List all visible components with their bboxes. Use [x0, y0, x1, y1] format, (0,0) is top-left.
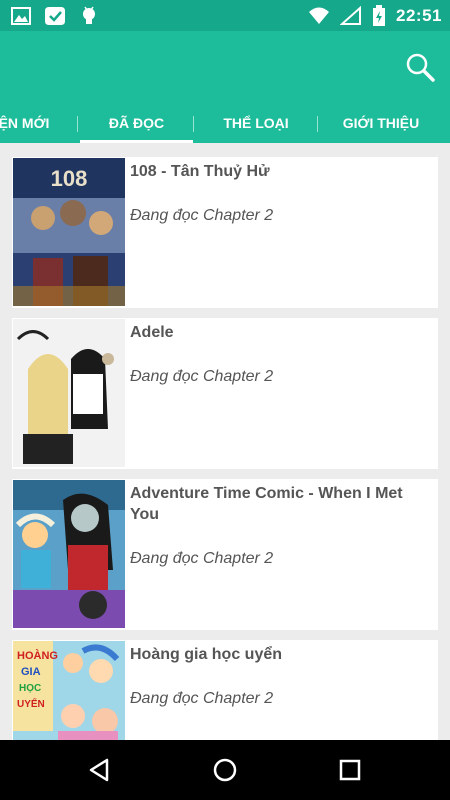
svg-text:108: 108 [51, 166, 88, 191]
recents-icon[interactable] [335, 755, 365, 785]
comic-card[interactable]: Adventure Time Comic - When I Met You Đa… [12, 479, 438, 630]
svg-text:UYỂN: UYỂN [17, 697, 45, 710]
comic-title: 108 - Tân Thuỷ Hử [130, 163, 270, 180]
image-icon [11, 7, 31, 25]
comic-cover-image: HOÀNG GIA HỌC UYỂN [13, 641, 125, 740]
reading-status: Đang đọc Chapter 2 [130, 690, 274, 707]
tab-divider [77, 116, 78, 132]
wifi-icon [309, 7, 330, 24]
home-icon[interactable] [210, 755, 240, 785]
tab-bar: ỆN MỚI ĐÃ ĐỌC THỂ LOẠI GIỚI THIỆU [0, 104, 450, 143]
comic-title: Hoàng gia học uyển [130, 646, 283, 663]
comic-cover-image [13, 319, 125, 467]
tab-genre[interactable]: THỂ LOẠI [195, 104, 317, 143]
navigation-bar [0, 740, 450, 800]
reading-status: Đang đọc Chapter 2 [130, 207, 274, 224]
tab-divider [193, 116, 194, 132]
comic-cover-image: 108 [13, 158, 125, 306]
comic-title: Adele [130, 324, 174, 341]
svg-text:GIA: GIA [21, 666, 41, 678]
tab-divider [317, 116, 318, 132]
comic-cover-image [13, 480, 125, 628]
cell-signal-icon [340, 6, 362, 25]
reading-list: 108 108 - Tân Thuỷ Hử Đang đọc Chapter 2… [0, 143, 450, 740]
clock: 22:51 [396, 6, 442, 25]
status-bar: 22:51 [0, 0, 450, 31]
search-icon[interactable] [404, 51, 436, 83]
tab-about[interactable]: GIỚI THIỆU [320, 104, 442, 143]
reading-status: Đang đọc Chapter 2 [130, 368, 274, 385]
back-icon[interactable] [85, 755, 115, 785]
comic-title: Adventure Time Comic - When I Met You [130, 485, 403, 523]
android-icon [83, 6, 95, 24]
tab-read[interactable]: ĐÃ ĐỌC [80, 104, 193, 143]
comic-card[interactable]: HOÀNG GIA HỌC UYỂN Hoàng gia học uyển Đa… [12, 640, 438, 740]
reading-status: Đang đọc Chapter 2 [130, 550, 274, 567]
comic-card[interactable]: Adele Đang đọc Chapter 2 [12, 318, 438, 469]
battery-charging-icon [373, 5, 386, 26]
check-app-icon [45, 7, 65, 25]
svg-text:HOÀNG: HOÀNG [17, 649, 58, 662]
comic-card[interactable]: 108 108 - Tân Thuỷ Hử Đang đọc Chapter 2 [12, 157, 438, 308]
svg-text:HỌC: HỌC [19, 683, 41, 694]
tab-new[interactable]: ỆN MỚI [0, 104, 60, 143]
